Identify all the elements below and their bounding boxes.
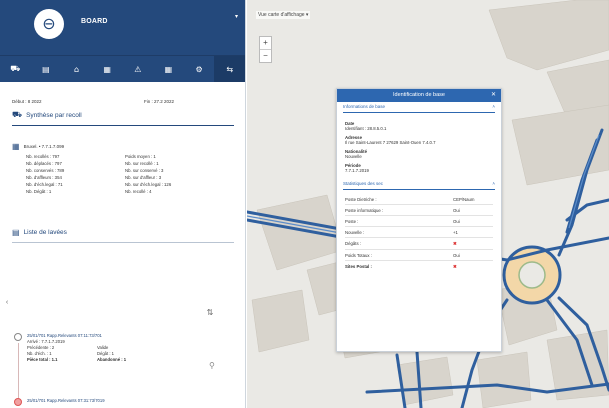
popup-title: Identification de base: [393, 92, 445, 98]
stat-left: Nb. conservés : 789: [26, 168, 65, 173]
status-circle-icon: [14, 398, 22, 406]
stat-right: Nb. recollé : 4: [125, 189, 152, 194]
warning-icon: ⚠: [134, 64, 142, 74]
stat-left: Nb. recollés : 797: [26, 154, 60, 159]
stat-left: Nb. d'éch.legal : 71: [26, 182, 63, 187]
stat-left: Nb. déplacés : 797: [26, 161, 62, 166]
stat-left: Nb. Dégât : 1: [26, 189, 52, 194]
tab-warning[interactable]: ⚠: [123, 56, 154, 82]
popup-field-value: Identifiant : 28.8.5.0.1: [345, 126, 387, 131]
stats-grid: Nb. recollés : 797 Poids moyen : 1 Nb. d…: [26, 154, 234, 194]
list-item[interactable]: 25/01/701 Rapp.Relevants 07:11:73/701 Ar…: [14, 333, 214, 363]
info-popup: Identification de base ✕ Informations de…: [336, 88, 502, 352]
date-start: Début : 8 2022: [12, 99, 42, 104]
stat-row: Sites Postal : ✖: [345, 264, 457, 269]
sidebar: ⊖ BOARD ▾ ⛟ ▤ ⌂ ▦ ⚠ ▦ ⚙ ⇆ Début : 8 2022…: [0, 0, 246, 408]
stat-row: Nouvelle : +1: [345, 227, 493, 238]
list-item[interactable]: 25/01/701 Rapp.Relevants 07:31:73/7019: [14, 398, 214, 406]
calendar-icon: ▦: [12, 142, 20, 151]
popup-field-value: 7.7.1.7.2019: [345, 168, 369, 173]
alert-field: Abandonné : 1: [97, 357, 127, 362]
timeline-line: [18, 343, 19, 398]
stat-row: Dégâts : ✖: [345, 238, 493, 250]
zoom-in-button[interactable]: +: [260, 37, 271, 49]
summary-period: ▦ Bruxel. • 7.7.1.7.099: [12, 142, 65, 151]
tab-list[interactable]: ▦: [92, 56, 123, 82]
close-icon[interactable]: ✕: [491, 89, 496, 102]
zoom-control: + −: [259, 36, 272, 63]
tab-calendar[interactable]: ▦: [153, 56, 184, 82]
popup-field-value: Nouvelle: [345, 154, 362, 159]
tab-settings[interactable]: ⚙: [184, 56, 215, 82]
tab-car[interactable]: ⛟: [0, 56, 31, 82]
stat-right: Nb. sur d'éch.legal : 126: [125, 182, 172, 187]
app-logo[interactable]: ⊖: [34, 9, 64, 39]
top-bar: ⊖ BOARD ▾: [0, 0, 245, 55]
stat-right: Poids moyen : 1: [125, 154, 156, 159]
chevron-up-icon: ˄: [492, 181, 495, 186]
home-icon: ⌂: [74, 64, 80, 74]
popup-section-basic[interactable]: Informations de base ˄: [343, 102, 495, 113]
alerts-title: Liste de lavées: [23, 229, 67, 236]
chevron-up-icon: ˄: [492, 104, 495, 109]
stat-row: Poste informatique : Oui: [345, 205, 493, 216]
tab-document[interactable]: ▤: [31, 56, 62, 82]
car-icon: ⛟: [10, 64, 21, 73]
zoom-icon[interactable]: ⚲: [209, 361, 215, 370]
tab-arrows[interactable]: ⇆: [214, 56, 245, 82]
stat-right: Nb. sur recollé : 1: [125, 161, 159, 166]
car-icon: ⛟: [12, 110, 23, 119]
alert-field: Pièce total : 1.1: [27, 357, 58, 362]
summary-section-header: ⛟ Synthèse par recoll: [12, 110, 234, 120]
alerts-section-header: ▤ Liste de lavées: [12, 228, 234, 237]
stat-row: Poste Dietriche : CEP/Naum: [345, 194, 493, 205]
scroll-left-icon[interactable]: ‹: [3, 298, 11, 308]
divider: [12, 125, 234, 126]
summary-panel: Début : 8 2022 Fin : 27.2 2022 ⛟ Synthès…: [12, 92, 234, 243]
status-circle-icon: [14, 333, 22, 341]
summary-title: Synthèse par recoll: [26, 111, 82, 119]
document-icon: ▤: [42, 64, 50, 74]
list-icon: ▦: [103, 64, 111, 74]
close-icon[interactable]: ▾: [235, 13, 238, 20]
tab-bar: ⛟ ▤ ⌂ ▦ ⚠ ▦ ⚙ ⇆: [0, 55, 245, 82]
popup-section-stats[interactable]: Statistiques des sec ˄: [343, 179, 495, 190]
globe-icon: ⊖: [42, 14, 56, 33]
stat-row: Poids Totaux : Oui: [345, 250, 493, 261]
layer-select[interactable]: Vue carte d'affichage ▾: [256, 11, 311, 19]
zoom-out-button[interactable]: −: [260, 49, 271, 62]
stat-row: Poste : Oui: [345, 216, 493, 227]
tab-home[interactable]: ⌂: [61, 56, 92, 82]
stat-left: Nb. d'affleurs : 354: [26, 175, 62, 180]
calendar-icon: ▦: [164, 64, 173, 74]
divider: [12, 242, 234, 243]
popup-header: Identification de base ✕: [337, 89, 501, 102]
stat-right: Nb. sur d'affleur : 3: [125, 175, 162, 180]
app-name: BOARD: [81, 18, 108, 25]
alert-title: 25/01/701 Rapp.Relevants 07:31:73/7019: [27, 398, 105, 403]
stat-right: Nb. sur conservé : 3: [125, 168, 164, 173]
list-icon: ▤: [12, 228, 20, 237]
date-end: Fin : 27.2 2022: [143, 99, 174, 104]
arrows-icon: ⇆: [226, 64, 234, 74]
popup-field-value: Il rue Saint-Laurent 7 27629 Saint-Ouen …: [345, 140, 436, 145]
filter-icon[interactable]: ⇅: [206, 308, 214, 318]
settings-icon: ⚙: [195, 64, 203, 74]
